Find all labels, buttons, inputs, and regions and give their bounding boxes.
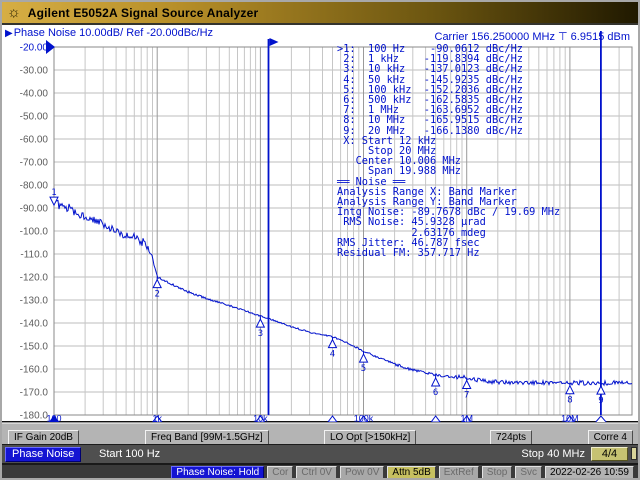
svg-text:5: 5 bbox=[361, 364, 366, 374]
y-axis-labels: -20.00 -30.00 -40.00 -50.00 -60.00 -70.00 -80.… bbox=[20, 43, 49, 422]
scroll-sliver[interactable] bbox=[631, 447, 637, 460]
status-measurement-state-button[interactable]: Phase Noise: Hold bbox=[171, 466, 264, 480]
band-marker-flag-icon bbox=[270, 38, 279, 46]
app-sun-icon: ☼ bbox=[7, 5, 21, 20]
svg-text:-30.00: -30.00 bbox=[20, 66, 49, 77]
status-svc-button[interactable]: Svc bbox=[515, 466, 542, 480]
svg-text:-130.0: -130.0 bbox=[20, 296, 49, 307]
svg-text:-140.0: -140.0 bbox=[20, 319, 49, 330]
svg-text:1k: 1k bbox=[152, 414, 162, 423]
svg-text:6: 6 bbox=[433, 388, 438, 398]
status-stop-button[interactable]: Stop bbox=[482, 466, 513, 480]
svg-text:-120.0: -120.0 bbox=[20, 273, 49, 284]
svg-text:4: 4 bbox=[330, 350, 335, 360]
freq-band-chip[interactable]: Freq Band [99M-1.5GHz] bbox=[145, 430, 269, 445]
svg-text:10k: 10k bbox=[253, 414, 268, 423]
svg-text:-160.0: -160.0 bbox=[20, 365, 49, 376]
axis-marker-triangle bbox=[328, 416, 337, 422]
trace-scale-label: Phase Noise 10.00dB/ Ref -20.00dBc/Hz bbox=[14, 27, 213, 39]
svg-text:10M: 10M bbox=[561, 414, 579, 423]
page-indicator[interactable]: 4/4 bbox=[591, 447, 628, 461]
window-title: Agilent E5052A Signal Source Analyzer bbox=[28, 6, 259, 20]
lo-opt-chip[interactable]: LO Opt [>150kHz] bbox=[324, 430, 416, 445]
stop-freq-label: Stop 40 MHz bbox=[521, 448, 585, 460]
status-cor-button[interactable]: Cor bbox=[267, 466, 293, 480]
svg-text:-40.00: -40.00 bbox=[20, 89, 49, 100]
start-freq-label: Start 100 Hz bbox=[99, 448, 160, 460]
svg-text:-70.00: -70.00 bbox=[20, 158, 49, 169]
svg-text:-80.00: -80.00 bbox=[20, 181, 49, 192]
svg-text:1: 1 bbox=[51, 188, 56, 198]
axis-marker-triangle bbox=[595, 416, 607, 422]
svg-text:-50.00: -50.00 bbox=[20, 112, 49, 123]
mode-badge[interactable]: Phase Noise bbox=[5, 447, 81, 462]
svg-text:-110.0: -110.0 bbox=[20, 250, 48, 261]
status-power-voltage-button[interactable]: Pow 0V bbox=[340, 466, 384, 480]
svg-text:-170.0: -170.0 bbox=[20, 388, 49, 399]
svg-text:100: 100 bbox=[46, 414, 61, 423]
status-extref-button[interactable]: ExtRef bbox=[439, 466, 479, 480]
trace-settings-label[interactable]: ▶Phase Noise 10.00dB/ Ref -20.00dBc/Hz bbox=[5, 27, 213, 39]
status-datetime: 2022-02-26 10:59 bbox=[545, 466, 634, 480]
axis-marker-triangle bbox=[431, 416, 440, 422]
svg-text:-150.0: -150.0 bbox=[20, 342, 49, 353]
points-chip[interactable]: 724pts bbox=[490, 430, 532, 445]
svg-text:100k: 100k bbox=[354, 414, 374, 423]
svg-text:-90.00: -90.00 bbox=[20, 204, 49, 215]
svg-text:-180.0: -180.0 bbox=[20, 411, 49, 422]
svg-text:-20.00: -20.00 bbox=[20, 43, 49, 54]
svg-text:-60.00: -60.00 bbox=[20, 135, 49, 146]
instrument-screen: ☼ Agilent E5052A Signal Source Analyzer … bbox=[0, 0, 640, 480]
phase-noise-window: Carrier 156.250000 MHz ⊤ 6.9515 dBm 1234… bbox=[2, 25, 638, 422]
measurement-settings-bar: IF Gain 20dB Freq Band [99M-1.5GHz] LO Opt… bbox=[2, 423, 638, 444]
svg-text:7: 7 bbox=[464, 391, 469, 401]
svg-text:1M: 1M bbox=[460, 414, 473, 423]
title-bar: ☼ Agilent E5052A Signal Source Analyzer bbox=[2, 2, 638, 23]
if-gain-chip[interactable]: IF Gain 20dB bbox=[8, 430, 79, 445]
status-attenuator-button[interactable]: Attn 5dB bbox=[387, 466, 435, 480]
svg-text:2: 2 bbox=[154, 290, 159, 300]
status-ctrl-voltage-button[interactable]: Ctrl 0V bbox=[296, 466, 337, 480]
correction-chip[interactable]: Corre 4 bbox=[588, 430, 633, 445]
marker-readout-table: >1: 100 Hz -90.0612 dBc/Hz 2: 1 kHz -119… bbox=[337, 44, 560, 258]
svg-text:8: 8 bbox=[567, 396, 572, 406]
svg-text:-100.0: -100.0 bbox=[20, 227, 49, 238]
svg-text:3: 3 bbox=[258, 329, 263, 339]
svg-text:9: 9 bbox=[598, 396, 603, 406]
sweep-status-bar: Phase Noise Start 100 Hz Stop 40 MHz 4/4 bbox=[2, 444, 638, 463]
instrument-status-bar: Phase Noise: HoldCorCtrl 0VPow 0VAttn 5d… bbox=[2, 463, 638, 480]
active-trace-icon: ▶ bbox=[5, 28, 13, 39]
